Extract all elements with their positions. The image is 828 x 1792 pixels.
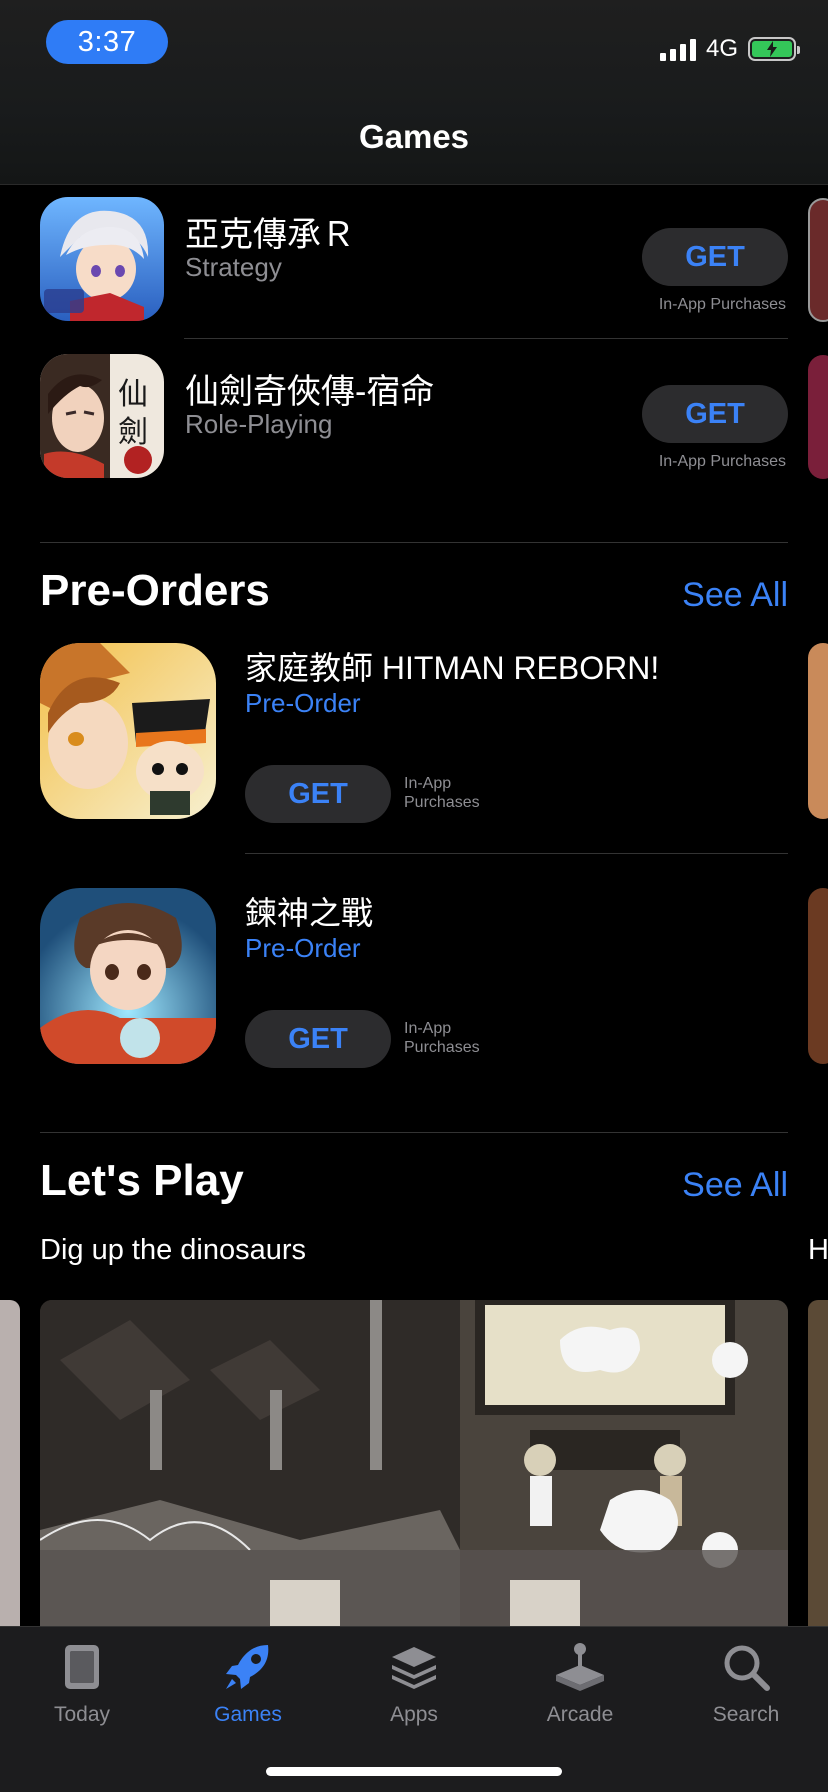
lets-play-card-subtitle: Dig up the dinosaurs	[40, 1234, 306, 1266]
tab-arcade[interactable]: Arcade	[510, 1639, 650, 1727]
status-time[interactable]: 3:37	[46, 20, 168, 64]
section-divider	[40, 542, 788, 543]
get-button[interactable]: GET	[642, 385, 788, 443]
apps-stack-icon	[392, 1647, 436, 1689]
tab-label: Search	[712, 1703, 780, 1726]
status-indicators: 4G	[659, 34, 800, 64]
app-title[interactable]: 仙劍奇俠傳-宿命	[185, 364, 434, 413]
in-app-purchases-note: In-App Purchases	[658, 453, 786, 470]
app-category: Strategy	[185, 252, 282, 282]
battery-charging-icon	[748, 37, 800, 61]
get-button[interactable]: GET	[245, 1010, 391, 1068]
svg-text:仙: 仙	[118, 377, 148, 412]
page-title: Games	[358, 118, 470, 155]
lets-play-video-card[interactable]	[40, 1300, 788, 1630]
cellular-signal-icon	[659, 37, 696, 61]
tab-label: Today	[53, 1703, 111, 1726]
get-button[interactable]: GET	[245, 765, 391, 823]
rocket-icon	[226, 1645, 269, 1689]
search-icon	[724, 1645, 770, 1691]
app-icon-war-of-gods[interactable]	[40, 888, 216, 1064]
pre-order-label: Pre-Order	[245, 933, 361, 963]
next-card-peek[interactable]	[808, 1300, 828, 1630]
app-icon-chinese-paladin[interactable]: 仙 劍	[40, 354, 164, 478]
tab-label: Apps	[390, 1703, 438, 1726]
navigation-header: 3:37 4G Games	[0, 0, 828, 185]
see-all-link-lets-play[interactable]: See All	[682, 1166, 788, 1205]
app-title[interactable]: 亞克傳承Ｒ	[185, 207, 355, 256]
pre-order-label: Pre-Order	[245, 688, 361, 718]
next-app-icon-peek[interactable]	[808, 888, 828, 1064]
in-app-purchases-note: In-App Purchases	[658, 296, 786, 313]
next-app-icon-peek[interactable]	[808, 355, 828, 479]
tab-games[interactable]: Games	[178, 1639, 318, 1727]
svg-text:劍: 劍	[118, 415, 148, 450]
see-all-link-pre-orders[interactable]: See All	[682, 576, 788, 615]
app-row[interactable]: 亞克傳承Ｒ Strategy GET In-App Purchases	[40, 175, 788, 332]
home-indicator[interactable]	[266, 1767, 562, 1776]
get-button[interactable]: GET	[642, 228, 788, 286]
section-title-lets-play: Let's Play	[40, 1156, 244, 1205]
tab-bar: Today Games Apps Arcade Search	[0, 1626, 828, 1792]
tab-today[interactable]: Today	[12, 1639, 152, 1727]
app-category: Role-Playing	[185, 409, 333, 439]
app-row[interactable]: 仙 劍 仙劍奇俠傳-宿命 Role-Playing GET In-App Pur…	[40, 332, 788, 489]
tab-label: Games	[214, 1703, 282, 1726]
app-title[interactable]: 家庭教師 HITMAN REBORN!	[245, 643, 659, 689]
app-title[interactable]: 鍊神之戰	[245, 888, 373, 934]
in-app-purchases-note: In-App Purchases	[404, 775, 480, 811]
next-app-icon-peek[interactable]	[808, 643, 828, 819]
next-card-subtitle-peek: H	[808, 1234, 828, 1266]
app-icon-hitman-reborn[interactable]	[40, 643, 216, 819]
tab-search[interactable]: Search	[676, 1639, 816, 1727]
previous-card-peek[interactable]	[0, 1300, 20, 1630]
next-app-icon-peek[interactable]	[808, 198, 828, 322]
joystick-icon	[556, 1643, 604, 1691]
tab-label: Arcade	[546, 1703, 614, 1726]
network-type: 4G	[705, 35, 738, 62]
section-divider	[40, 1132, 788, 1133]
in-app-purchases-note: In-App Purchases	[404, 1020, 480, 1056]
section-title-pre-orders: Pre-Orders	[40, 566, 270, 615]
today-icon	[65, 1645, 99, 1689]
divider	[245, 853, 788, 854]
app-icon-arc-legacy[interactable]	[40, 197, 164, 321]
tab-apps[interactable]: Apps	[344, 1639, 484, 1727]
